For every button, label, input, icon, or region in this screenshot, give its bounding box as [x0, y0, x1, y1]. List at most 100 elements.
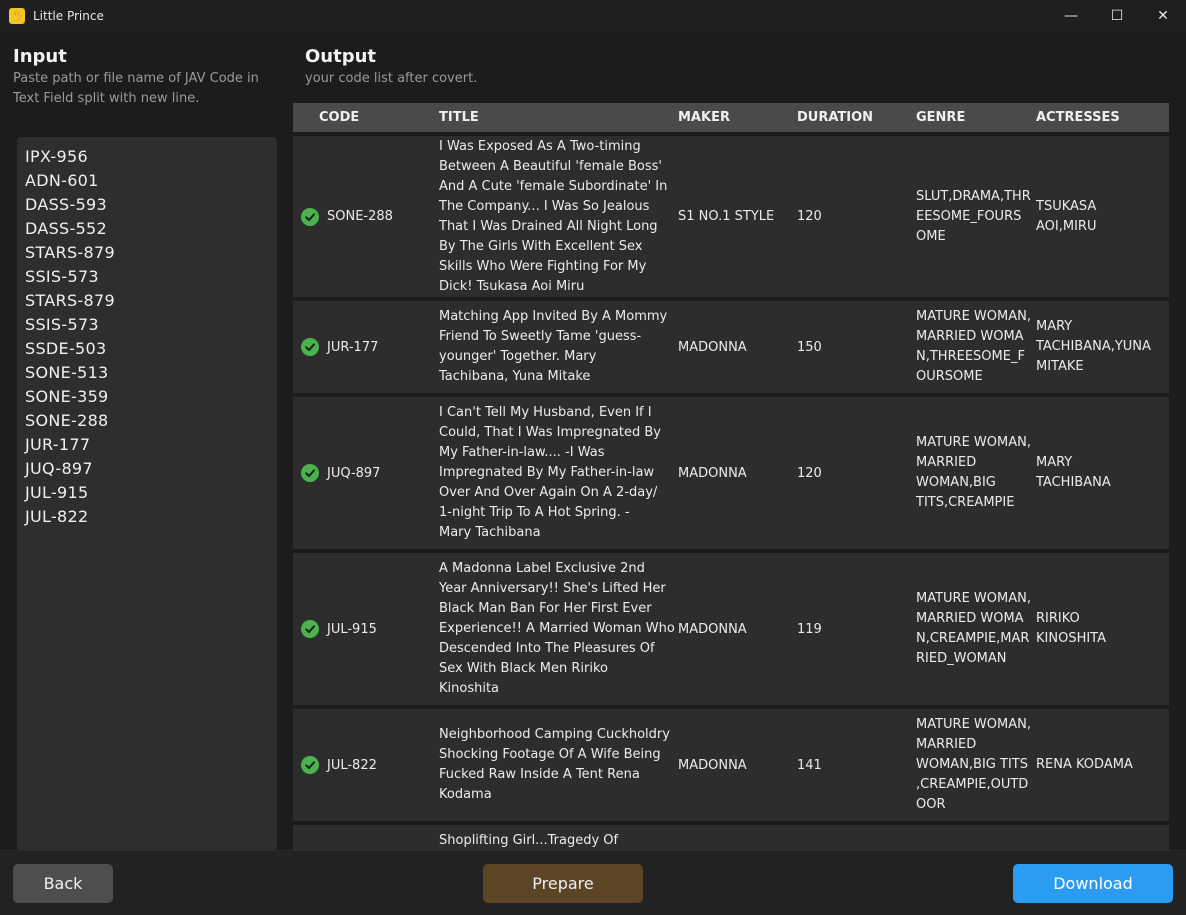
cell-code-text: SONE-288 [327, 209, 393, 224]
table-row[interactable]: SONE-288 I Was Exposed As A Two-timing Bet… [293, 136, 1169, 297]
cell-actresses: RIRIKO KINOSHITA [1036, 609, 1162, 649]
cell-genre: SLUT,DRAMA,THR EESOME_FOURS OME [916, 187, 1036, 247]
table-row[interactable]: JUL-822 Neighborhood Camping Cuckholdry Sh… [293, 709, 1169, 821]
input-title: Input [13, 46, 67, 67]
input-subtitle-line-1: Paste path or file name of JAV Code in [13, 71, 259, 86]
input-code-line: STARS-879 [25, 243, 115, 262]
cell-title-line: Matching App Invited By A Mommy [439, 309, 668, 324]
input-code-line: SONE-359 [25, 387, 109, 406]
cell-title-line: Year Anniversary!! She's Lifted Her [439, 581, 666, 596]
cell-title: I Can't Tell My Husband, Even If I Could,… [439, 403, 678, 543]
cell-genre-line: MATURE WOMAN, [916, 309, 1031, 324]
table-row[interactable]: JUL-915 A Madonna Label Exclusive 2nd Year… [293, 553, 1169, 705]
footer-bar: Back Prepare Download [0, 850, 1186, 915]
prince-app-icon: ✋ [9, 8, 25, 24]
cell-code-text: JUQ-897 [327, 465, 381, 481]
cell-title-line: The Company... I Was So Jealous [439, 198, 650, 214]
cell-genre-line: MATURE WOMAN, [916, 717, 1031, 732]
header-maker[interactable]: MAKER [678, 110, 797, 125]
cell-actresses-line: RIRIKO [1036, 611, 1080, 626]
cell-code: JUL-822 [293, 756, 439, 774]
close-icon: ✕ [1157, 8, 1169, 24]
table-row[interactable]: JUR-177 Matching App Invited By A Mommy Fr… [293, 301, 1169, 393]
cell-genre-line: OME [916, 228, 946, 244]
cell-duration: 150 [797, 339, 822, 355]
table-row[interactable]: JUQ-897 I Can't Tell My Husband, Even If … [293, 397, 1169, 549]
prepare-button[interactable]: Prepare [483, 864, 643, 903]
cell-title-line: My Father-in-law.... -I Was [439, 445, 605, 460]
results-table: CODE TITLE MAKER DURATION GENRE ACTRESSE… [293, 103, 1169, 850]
cell-genre: MATURE WOMAN, MARRIED WOMAN,BIG TITS ,CREAM… [916, 715, 1036, 815]
table-header: CODE TITLE MAKER DURATION GENRE ACTRESSE… [293, 103, 1169, 132]
cell-title-line: Tachibana, Yuna Mitake [439, 369, 591, 384]
cell-code-text: JUR-177 [327, 339, 379, 355]
maximize-button[interactable]: ☐ [1094, 0, 1140, 32]
success-check-icon [301, 207, 319, 226]
cell-code: JUL-915 [293, 620, 439, 638]
input-pane: Input Paste path or file name of JAV Cod… [0, 32, 290, 850]
download-button[interactable]: Download [1013, 864, 1173, 903]
cell-title-line: And A Cute 'female Subordinate' In [439, 178, 668, 194]
cell-title-line: Black Man Ban For Her First Ever [439, 601, 652, 616]
cell-title-line: A Madonna Label Exclusive 2nd [439, 561, 645, 576]
input-code-line: SSIS-573 [25, 267, 99, 286]
cell-actresses-line: TSUKASA [1036, 198, 1097, 214]
cell-title-line: Between A Beautiful 'female Boss' [439, 158, 662, 174]
cell-title-line: Over And Over Again On A 2-day/ [439, 485, 658, 500]
cell-title-line: Fucked Raw Inside A Tent Rena [439, 767, 640, 782]
table-row[interactable]: Shoplifting Girl...Tragedy Of [293, 825, 1169, 850]
cell-code-text: JUL-915 [327, 621, 377, 637]
cell-genre-line: N,THREESOME_F [916, 349, 1025, 364]
cell-title-line: Shoplifting Girl...Tragedy Of [439, 833, 619, 848]
header-duration[interactable]: DURATION [797, 110, 916, 125]
input-code-line: JUR-177 [25, 435, 91, 454]
input-code-line: STARS-879 [25, 291, 115, 310]
output-subtitle: your code list after covert. [305, 71, 478, 86]
cell-actresses-line: AOI,MIRU [1036, 218, 1097, 234]
cell-genre-line: MARRIED WOMA [916, 329, 1024, 344]
cell-title-line: Impregnated By My Father-in-law [439, 465, 655, 480]
cell-title-line: I Was Exposed As A Two-timing [439, 138, 641, 154]
code-input-textarea[interactable]: IPX-956 ADN-601 DASS-593 DASS-552 STARS-879 S… [17, 137, 277, 850]
cell-title-line: That I Was Drained All Night Long [439, 218, 658, 234]
header-title[interactable]: TITLE [439, 108, 678, 128]
minimize-icon: — [1064, 8, 1078, 24]
maximize-icon: ☐ [1110, 8, 1124, 24]
cell-genre-line: MARRIED [916, 737, 977, 752]
back-button[interactable]: Back [13, 864, 113, 903]
cell-title: I Was Exposed As A Two-timing Between A B… [439, 137, 678, 297]
input-code-line: DASS-593 [25, 195, 108, 214]
cell-genre-line: MATURE WOMAN, [916, 435, 1031, 450]
cell-code: JUQ-897 [293, 464, 439, 482]
cell-genre: MATURE WOMAN, MARRIED WOMA N,THREESOME_F OU… [916, 307, 1036, 387]
minimize-button[interactable]: — [1048, 0, 1094, 32]
input-code-line: DASS-552 [25, 219, 108, 238]
close-button[interactable]: ✕ [1140, 0, 1186, 32]
cell-title-line: By The Girls With Excellent Sex [439, 238, 643, 254]
cell-title-line: Neighborhood Camping Cuckholdry [439, 727, 670, 742]
cell-genre-line: OOR [916, 797, 946, 812]
output-title: Output [305, 46, 377, 67]
cell-title-line: Skills Who Were Fighting For My [439, 258, 647, 274]
cell-genre-line: MARRIED WOMA [916, 611, 1024, 626]
cell-code-text: JUL-822 [327, 757, 377, 773]
cell-genre-line: EESOME_FOURS [916, 208, 1022, 224]
cell-actresses: RENA KODAMA [1036, 755, 1162, 775]
cell-genre-line: TITS,CREAMPIE [916, 495, 1015, 510]
cell-maker: MADONNA [678, 465, 747, 481]
cell-title-line: Friend To Sweetly Tame 'guess- [439, 329, 642, 344]
header-genre[interactable]: GENRE [916, 108, 1036, 128]
cell-duration: 120 [797, 465, 822, 481]
cell-genre: MATURE WOMAN, MARRIED WOMAN,BIG TITS,CREAMP… [916, 433, 1036, 513]
input-code-line: JUL-915 [25, 483, 89, 502]
success-check-icon [301, 620, 319, 638]
cell-title: Shoplifting Girl...Tragedy Of [439, 831, 678, 850]
cell-title: Neighborhood Camping Cuckholdry Shocking … [439, 725, 678, 805]
cell-actresses-line: KINOSHITA [1036, 631, 1107, 646]
header-actresses[interactable]: ACTRESSES [1036, 108, 1162, 128]
cell-title-line: 1-night Trip To A Hot Spring. - [439, 505, 630, 520]
cell-title-line: Shocking Footage Of A Wife Being [439, 747, 661, 762]
header-code[interactable]: CODE [293, 110, 439, 125]
cell-duration: 120 [797, 209, 822, 224]
cell-maker: MADONNA [678, 621, 747, 637]
